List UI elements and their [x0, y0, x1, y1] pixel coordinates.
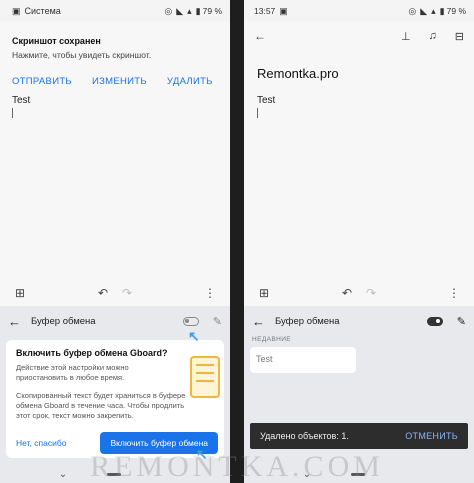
undo-icon[interactable]: ↶ [335, 286, 359, 300]
card-title: Включить буфер обмена Gboard? [16, 348, 168, 358]
left-phone-screen: ▣ Система ◎ ◣ ▴ ▮ 79 % Скриншот сохранен… [0, 0, 230, 483]
nav-down-icon[interactable]: ⌄ [303, 469, 311, 480]
card-body-1: Действие этой настройки можно приостанов… [16, 363, 129, 382]
status-bar: ▣ Система ◎ ◣ ▴ ▮ 79 % [0, 0, 230, 22]
reminder-bell-icon[interactable]: ♫ [429, 30, 437, 42]
nav-bar: ⌄ [0, 465, 230, 483]
wifi-icon: ◣ [420, 5, 428, 16]
snackbar: Удалено объектов: 1. ОТМЕНИТЬ [250, 423, 468, 449]
home-pill[interactable] [351, 472, 366, 476]
note-title[interactable]: Remontka.pro [257, 66, 339, 81]
undo-action-button[interactable]: ОТМЕНИТЬ [405, 431, 458, 441]
back-arrow-icon[interactable]: ← [252, 314, 265, 329]
back-arrow-icon[interactable]: ← [254, 29, 266, 43]
note-header: ← ⊥ ♫ ⊟ [244, 22, 474, 50]
pin-icon[interactable]: ⊥ [401, 30, 411, 43]
clipboard-item[interactable]: Test [250, 347, 356, 373]
share-button[interactable]: ОТПРАВИТЬ [12, 76, 72, 87]
notification-title: Скриншот сохранен [12, 36, 101, 46]
status-bar: 13:57 ▣ ◎ ◣ ▴ ▮ 79 % [244, 0, 474, 22]
gallery-icon: ▣ [12, 5, 21, 16]
clipboard-header: ← Буфер обмена ✎ [244, 306, 474, 336]
text-cursor [257, 108, 258, 118]
add-box-icon[interactable]: ⊞ [8, 286, 32, 300]
note-body[interactable]: Test [257, 95, 275, 106]
recent-section-label: НЕДАВНИЕ [252, 336, 292, 343]
decline-button[interactable]: Нет, спасибо [12, 434, 70, 452]
redo-icon[interactable]: ↷ [115, 286, 139, 300]
battery-icon: ▮ [439, 5, 445, 16]
wifi-icon: ◣ [176, 5, 184, 16]
signal-icon: ▴ [187, 5, 192, 16]
screenshot-notification[interactable]: Скриншот сохранен Нажмите, чтобы увидеть… [0, 22, 230, 87]
vibrate-icon: ◎ [164, 5, 173, 16]
note-body[interactable]: Test [12, 95, 30, 106]
keyboard-clipboard-panel: ← Буфер обмена ✎ НЕДАВНИЕ Test ⌄ [244, 306, 474, 483]
clock: 13:57 [254, 6, 276, 16]
edit-button[interactable]: ИЗМЕНИТЬ [92, 76, 147, 87]
battery-level: 79 % [202, 6, 222, 16]
signal-icon: ▴ [431, 5, 436, 16]
gallery-icon: ▣ [279, 5, 288, 16]
add-box-icon[interactable]: ⊞ [252, 286, 276, 300]
redo-icon[interactable]: ↷ [359, 286, 383, 300]
clipboard-title: Буфер обмена [275, 315, 340, 327]
battery-level: 79 % [446, 6, 466, 16]
nav-bar: ⌄ [244, 465, 474, 483]
nav-down-icon[interactable]: ⌄ [59, 469, 67, 480]
edit-pencil-icon[interactable]: ✎ [457, 315, 466, 328]
home-pill[interactable] [107, 472, 122, 476]
more-options-icon[interactable]: ⋮ [442, 286, 466, 300]
undo-icon[interactable]: ↶ [91, 286, 115, 300]
clipboard-illustration-icon [190, 356, 220, 398]
system-label: Система [24, 6, 61, 16]
note-toolbar: ⊞ ↶ ↷ ⋮ [244, 282, 474, 304]
battery-icon: ▮ [195, 5, 201, 16]
screenshot-root: ▣ Система ◎ ◣ ▴ ▮ 79 % Скриншот сохранен… [0, 0, 474, 483]
snackbar-message: Удалено объектов: 1. [260, 431, 349, 441]
pointer-arrow-icon: ↖ [196, 446, 208, 462]
archive-icon[interactable]: ⊟ [455, 30, 464, 43]
notification-subtitle: Нажмите, чтобы увидеть скриншот. [12, 50, 152, 60]
delete-button[interactable]: УДАЛИТЬ [167, 76, 213, 87]
more-options-icon[interactable]: ⋮ [198, 286, 222, 300]
right-phone-screen: 13:57 ▣ ◎ ◣ ▴ ▮ 79 % ← ⊥ ♫ ⊟ Remontka.pr… [244, 0, 474, 483]
card-body-2: Скопированный текст будет храниться в бу… [16, 391, 186, 420]
pointer-arrow-icon: ↖ [188, 328, 200, 344]
vibrate-icon: ◎ [408, 5, 417, 16]
back-arrow-icon[interactable]: ← [8, 314, 21, 329]
clipboard-title: Буфер обмена [31, 315, 96, 327]
clipboard-toggle[interactable] [182, 316, 199, 326]
edit-pencil-icon[interactable]: ✎ [213, 315, 222, 328]
enable-clipboard-card: Включить буфер обмена Gboard? Действие э… [6, 340, 224, 458]
text-cursor [12, 108, 13, 118]
clipboard-toggle[interactable] [426, 316, 443, 326]
note-toolbar: ⊞ ↶ ↷ ⋮ [0, 282, 230, 304]
